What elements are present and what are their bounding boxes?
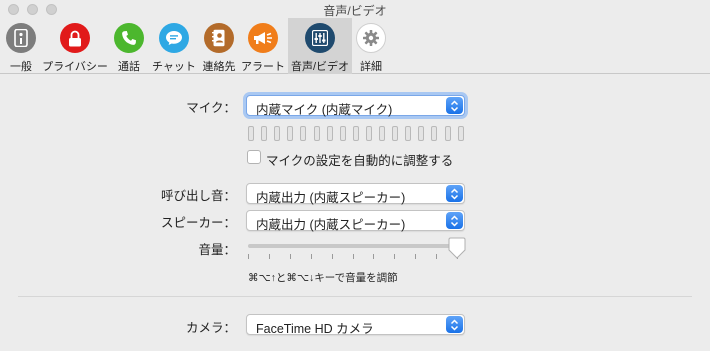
tab-chat-label: チャット: [152, 61, 196, 73]
volume-slider-tick: [436, 254, 437, 259]
mic-level-bar: [458, 126, 464, 141]
microphone-label: マイク：: [186, 101, 236, 115]
chevron-updown-icon: [446, 97, 463, 114]
tab-chat[interactable]: チャット: [150, 18, 198, 74]
title-bar: 音声/ビデオ: [0, 0, 710, 18]
volume-slider-tick: [311, 254, 312, 259]
camera-label: カメラ：: [185, 321, 236, 335]
audio-video-pane: マイク： 内蔵マイク (内蔵マイク) マイクの設定を自動的に調整する 呼び出し音…: [0, 75, 710, 351]
tab-general[interactable]: 一般: [2, 18, 40, 74]
volume-slider-tick: [353, 254, 354, 259]
mic-level-bar: [445, 126, 451, 141]
tab-calls-label: 通話: [118, 61, 140, 73]
section-divider: [18, 296, 692, 297]
camera-value: FaceTime HD カメラ: [256, 322, 374, 336]
tab-advanced[interactable]: 詳細: [354, 18, 388, 74]
mic-level-bar: [340, 126, 346, 141]
volume-label: 音量：: [198, 243, 236, 257]
ringer-value: 内蔵出力 (内蔵スピーカー): [256, 191, 406, 205]
mic-level-bar: [418, 126, 424, 141]
speaker-label: スピーカー：: [160, 216, 236, 230]
tab-calls[interactable]: 通話: [112, 18, 146, 74]
volume-slider-tick: [415, 254, 416, 259]
mic-level-bar: [314, 126, 320, 141]
speaker-value: 内蔵出力 (内蔵スピーカー): [256, 218, 406, 232]
tab-advanced-label: 詳細: [360, 61, 382, 73]
audio-mixer-icon: [305, 23, 335, 53]
volume-slider-tick: [290, 254, 291, 259]
microphone-value: 内蔵マイク (内蔵マイク): [256, 103, 393, 117]
volume-slider-tick: [269, 254, 270, 259]
chevron-updown-icon: [446, 316, 463, 333]
camera-popup[interactable]: FaceTime HD カメラ: [246, 314, 465, 336]
window-title: 音声/ビデオ: [323, 4, 387, 18]
phone-icon: [114, 23, 144, 53]
tab-alerts[interactable]: アラート: [240, 18, 286, 74]
mic-level-bar: [248, 126, 254, 141]
tab-audio-video[interactable]: 音声/ビデオ: [288, 18, 352, 74]
volume-slider-tick: [248, 254, 249, 259]
chevron-updown-icon: [446, 212, 463, 229]
ringer-label: 呼び出し音：: [160, 189, 236, 203]
chat-bubble-icon: [159, 23, 189, 53]
megaphone-icon: [248, 23, 278, 53]
preferences-window: 音声/ビデオ 一般 プライバシー 通話 チャット 連絡先 アラート 音声/ビデオ…: [0, 0, 710, 351]
lock-icon: [60, 23, 90, 53]
tab-alerts-label: アラート: [241, 61, 285, 73]
ringer-popup[interactable]: 内蔵出力 (内蔵スピーカー): [246, 183, 465, 205]
microphone-popup[interactable]: 内蔵マイク (内蔵マイク): [246, 95, 465, 117]
mic-level-bar: [300, 126, 306, 141]
mic-level-bar: [392, 126, 398, 141]
tab-privacy[interactable]: プライバシー: [42, 18, 108, 74]
auto-adjust-mic-checkbox[interactable]: [247, 150, 261, 164]
tab-contacts-label: 連絡先: [202, 61, 236, 73]
auto-adjust-mic-label: マイクの設定を自動的に調整する: [266, 154, 454, 168]
microphone-level-meter: [248, 126, 470, 142]
mic-level-bar: [405, 126, 411, 141]
tab-privacy-label: プライバシー: [42, 61, 108, 73]
volume-shortcut-hint: ⌘⌥↑と⌘⌥↓キーで音量を調節: [248, 272, 398, 284]
mic-level-bar: [287, 126, 293, 141]
general-switch-icon: [6, 23, 36, 53]
chevron-updown-icon: [446, 185, 463, 202]
tab-general-label: 一般: [10, 61, 32, 73]
volume-slider-tick: [373, 254, 374, 259]
mic-level-bar: [379, 126, 385, 141]
tab-audio-video-label: 音声/ビデオ: [290, 61, 350, 73]
volume-slider-tick: [332, 254, 333, 259]
mic-level-bar: [431, 126, 437, 141]
volume-slider-tick: [394, 254, 395, 259]
mic-level-bar: [353, 126, 359, 141]
mic-level-bar: [274, 126, 280, 141]
tab-contacts[interactable]: 連絡先: [200, 18, 238, 74]
address-book-icon: [204, 23, 234, 53]
speaker-popup[interactable]: 内蔵出力 (内蔵スピーカー): [246, 210, 465, 232]
volume-slider-thumb[interactable]: [447, 237, 467, 259]
mic-level-bar: [261, 126, 267, 141]
preferences-toolbar: 一般 プライバシー 通話 チャット 連絡先 アラート 音声/ビデオ 詳細: [0, 18, 710, 74]
gear-icon: [356, 23, 386, 53]
volume-slider-track[interactable]: [248, 244, 460, 248]
mic-level-bar: [327, 126, 333, 141]
mic-level-bar: [366, 126, 372, 141]
